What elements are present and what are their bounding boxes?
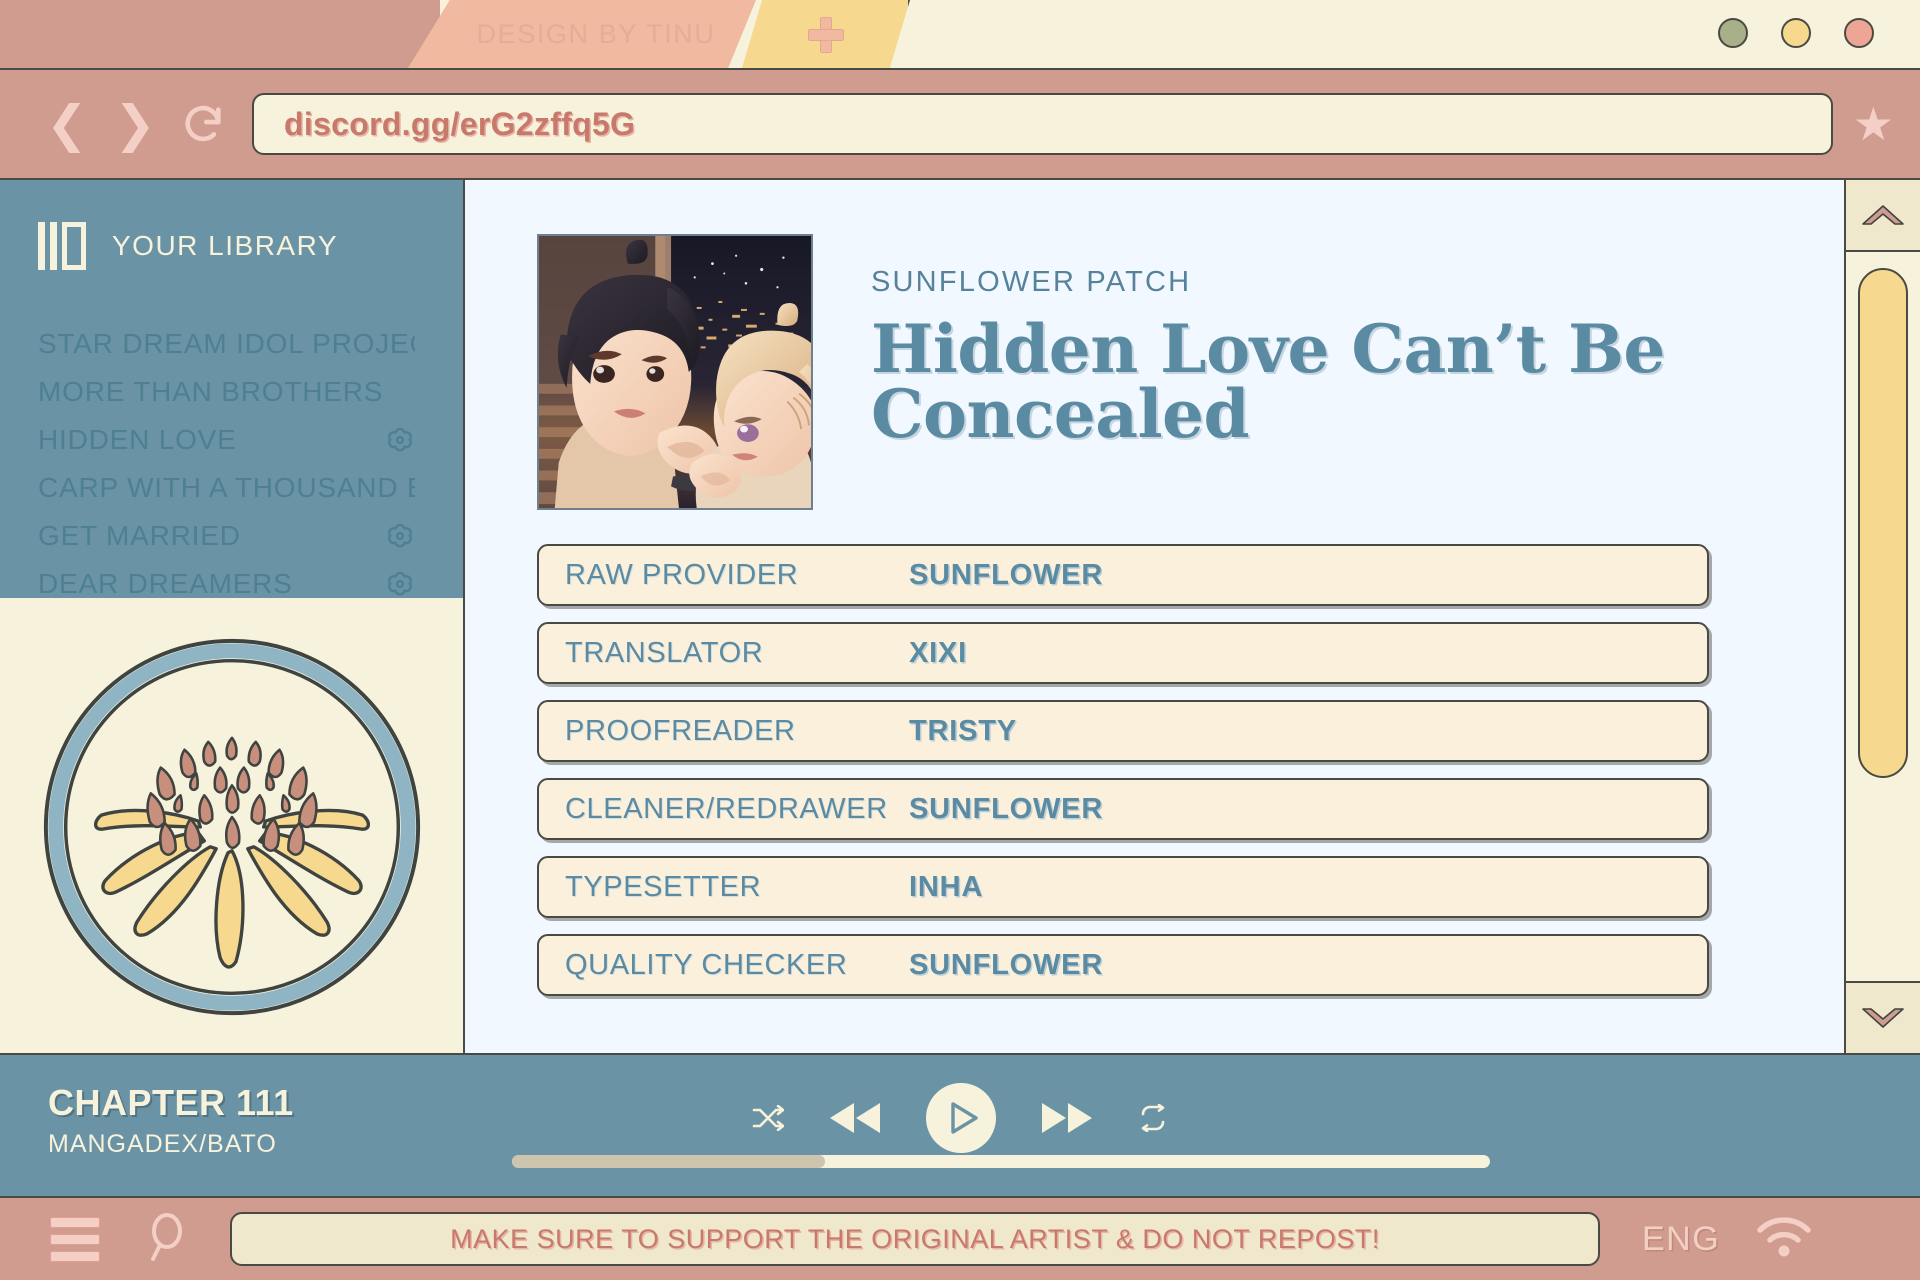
reload-icon[interactable] (180, 101, 226, 147)
status-message-field: MAKE SURE TO SUPPORT THE ORIGINAL ARTIST… (230, 1212, 1600, 1266)
tab-strip: DESIGN BY TINU (0, 0, 1920, 68)
hamburger-icon[interactable] (50, 1216, 100, 1262)
sidebar-library-panel: YOUR LIBRARY STAR DREAM IDOL PROJECT MOR… (0, 180, 465, 599)
language-indicator[interactable]: ENG (1642, 1220, 1720, 1259)
fast-forward-icon[interactable] (1040, 1101, 1094, 1135)
window-controls (1718, 18, 1874, 48)
play-button[interactable] (926, 1083, 996, 1153)
chapter-source: MANGADEX/BATO (48, 1130, 277, 1158)
browser-window: DESIGN BY TINU ❮ ❯ discord.gg/erG2zffq5G (0, 0, 1920, 1280)
flower-icon (385, 569, 415, 599)
sidebar: YOUR LIBRARY STAR DREAM IDOL PROJECT MOR… (0, 180, 465, 1055)
repeat-icon[interactable] (1138, 1104, 1168, 1132)
scroll-thumb[interactable] (1858, 268, 1908, 778)
sidebar-item-label: HIDDEN LOVE (38, 424, 237, 455)
minimize-button[interactable] (1718, 18, 1748, 48)
chapter-title: CHAPTER 111 (48, 1082, 294, 1123)
credit-role: CLEANER/REDRAWER (565, 792, 888, 825)
star-icon[interactable]: ★ (1853, 101, 1894, 147)
chevron-right-icon[interactable]: ❯ (112, 99, 158, 149)
cover-thumbnail[interactable] (537, 234, 813, 510)
content-panel: SUNFLOWER PATCH Hidden Love Can’t Be Con… (465, 180, 1844, 1053)
scroll-track[interactable] (1846, 252, 1920, 981)
status-bar: MAKE SURE TO SUPPORT THE ORIGINAL ARTIST… (0, 1196, 1920, 1280)
sidebar-item-label: CARP WITH A THOUSAND E... (38, 472, 415, 503)
tab-strip-left-fill (0, 0, 440, 68)
search-icon[interactable] (144, 1212, 190, 1267)
scroll-up-button[interactable] (1846, 180, 1920, 252)
sidebar-item-hidden-love[interactable]: HIDDEN LOVE (38, 416, 463, 464)
flower-icon (385, 521, 415, 551)
rewind-icon[interactable] (828, 1101, 882, 1135)
scanlation-group-name: SUNFLOWER PATCH (871, 266, 1192, 298)
sidebar-list: STAR DREAM IDOL PROJECT MORE THAN BROTHE… (38, 320, 463, 608)
chevron-down-icon (1861, 1007, 1905, 1029)
wifi-icon[interactable] (1756, 1215, 1812, 1264)
credit-row: RAW PROVIDER SUNFLOWER (537, 544, 1709, 606)
sunflower-logo (34, 629, 430, 1025)
address-value: discord.gg/erG2zffq5G (284, 105, 636, 142)
address-input[interactable]: discord.gg/erG2zffq5G (252, 93, 1833, 155)
credit-name: XIXI (909, 636, 967, 669)
address-bar-row: ❮ ❯ discord.gg/erG2zffq5G ★ (0, 68, 1920, 178)
playback-progress-fill (512, 1155, 825, 1168)
sidebar-item-label: STAR DREAM IDOL PROJECT (38, 328, 415, 359)
sidebar-item-carp-with-a-thousand-e[interactable]: CARP WITH A THOUSAND E... (38, 464, 463, 512)
credit-row: PROOFREADER TRISTY (537, 700, 1709, 762)
sidebar-item-dear-dreamers[interactable]: DEAR DREAMERS (38, 560, 463, 608)
chevron-left-icon[interactable]: ❮ (44, 99, 90, 149)
credit-name: SUNFLOWER (909, 948, 1104, 981)
credit-row: QUALITY CHECKER SUNFLOWER (537, 934, 1709, 996)
maximize-button[interactable] (1781, 18, 1811, 48)
sidebar-item-label: GET MARRIED (38, 520, 241, 551)
hero-section: SUNFLOWER PATCH Hidden Love Can’t Be Con… (537, 234, 1844, 510)
sidebar-item-star-dream-idol-project[interactable]: STAR DREAM IDOL PROJECT (38, 320, 463, 368)
sidebar-item-get-married[interactable]: GET MARRIED (38, 512, 463, 560)
main-row: YOUR LIBRARY STAR DREAM IDOL PROJECT MOR… (0, 178, 1920, 1055)
credit-role: TYPESETTER (565, 870, 762, 903)
status-message: MAKE SURE TO SUPPORT THE ORIGINAL ARTIST… (450, 1223, 1380, 1254)
page-title: Hidden Love Can’t Be Concealed (871, 310, 1665, 453)
scrollbar[interactable] (1844, 180, 1920, 1053)
sidebar-item-label: MORE THAN BROTHERS (38, 376, 384, 407)
close-button[interactable] (1844, 18, 1874, 48)
playback-progress-bar[interactable] (512, 1155, 1490, 1168)
credit-name: SUNFLOWER (909, 558, 1104, 591)
tab-label: DESIGN BY TINU (476, 18, 716, 49)
sidebar-item-label: DEAR DREAMERS (38, 568, 293, 599)
credit-row: TRANSLATOR XIXI (537, 622, 1709, 684)
credits-table: RAW PROVIDER SUNFLOWER TRANSLATOR XIXI P… (537, 544, 1709, 996)
sidebar-header: YOUR LIBRARY (38, 222, 463, 270)
flower-icon (385, 425, 415, 455)
credit-role: PROOFREADER (565, 714, 796, 747)
credit-row: TYPESETTER INHA (537, 856, 1709, 918)
tab-active[interactable]: DESIGN BY TINU (408, 0, 756, 68)
plus-icon (808, 17, 844, 53)
hero-text: SUNFLOWER PATCH Hidden Love Can’t Be Con… (871, 234, 1844, 510)
credit-name: TRISTY (909, 714, 1017, 747)
credit-role: TRANSLATOR (565, 636, 764, 669)
sidebar-header-label: YOUR LIBRARY (112, 230, 338, 261)
nav-buttons: ❮ ❯ (44, 99, 226, 149)
scroll-down-button[interactable] (1846, 981, 1920, 1053)
chevron-up-icon (1861, 204, 1905, 226)
sidebar-item-more-than-brothers[interactable]: MORE THAN BROTHERS (38, 368, 463, 416)
credit-role: QUALITY CHECKER (565, 948, 848, 981)
library-icon (38, 222, 86, 270)
credit-row: CLEANER/REDRAWER SUNFLOWER (537, 778, 1709, 840)
new-tab-button[interactable] (742, 0, 910, 68)
credit-name: INHA (909, 870, 984, 903)
credit-name: SUNFLOWER (909, 792, 1104, 825)
shuffle-icon[interactable] (752, 1105, 784, 1131)
credit-role: RAW PROVIDER (565, 558, 799, 591)
player-bar: CHAPTER 111 MANGADEX/BATO (0, 1053, 1920, 1196)
player-controls (752, 1083, 1168, 1153)
sidebar-logo-panel (0, 598, 465, 1055)
